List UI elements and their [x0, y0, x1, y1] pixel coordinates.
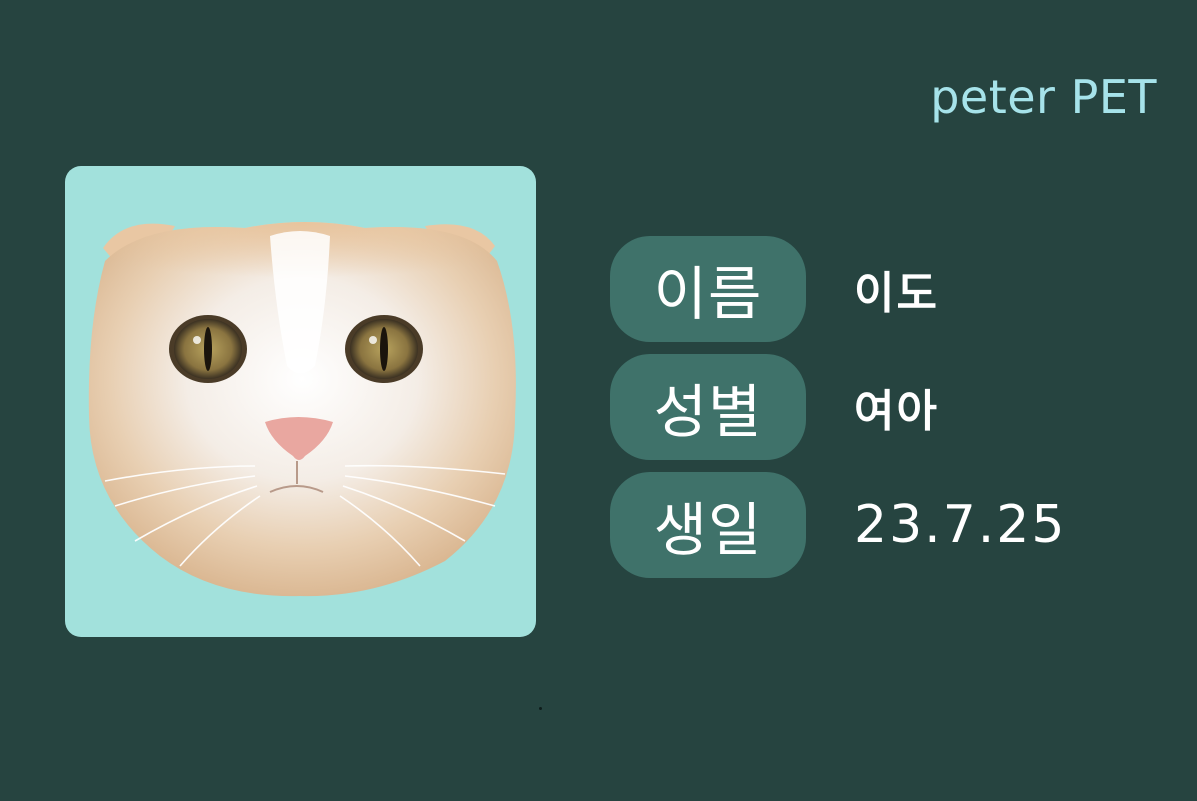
brand-title: peter PET: [930, 70, 1157, 124]
pet-photo-card: [65, 166, 536, 637]
decorative-dot: [539, 707, 542, 710]
value-name: 이도: [854, 268, 939, 319]
info-row-gender: 성별 여아: [610, 354, 1170, 460]
info-row-birthday: 생일 23.7.25: [610, 472, 1170, 578]
pet-info-list: 이름 이도 성별 여아 생일 23.7.25: [610, 236, 1170, 590]
label-pill-birthday: 생일: [610, 472, 806, 578]
value-gender: 여아: [854, 386, 939, 437]
info-row-name: 이름 이도: [610, 236, 1170, 342]
label-pill-gender: 성별: [610, 354, 806, 460]
label-pill-name: 이름: [610, 236, 806, 342]
value-birthday: 23.7.25: [854, 495, 1067, 555]
cat-face-photo: [88, 222, 516, 597]
